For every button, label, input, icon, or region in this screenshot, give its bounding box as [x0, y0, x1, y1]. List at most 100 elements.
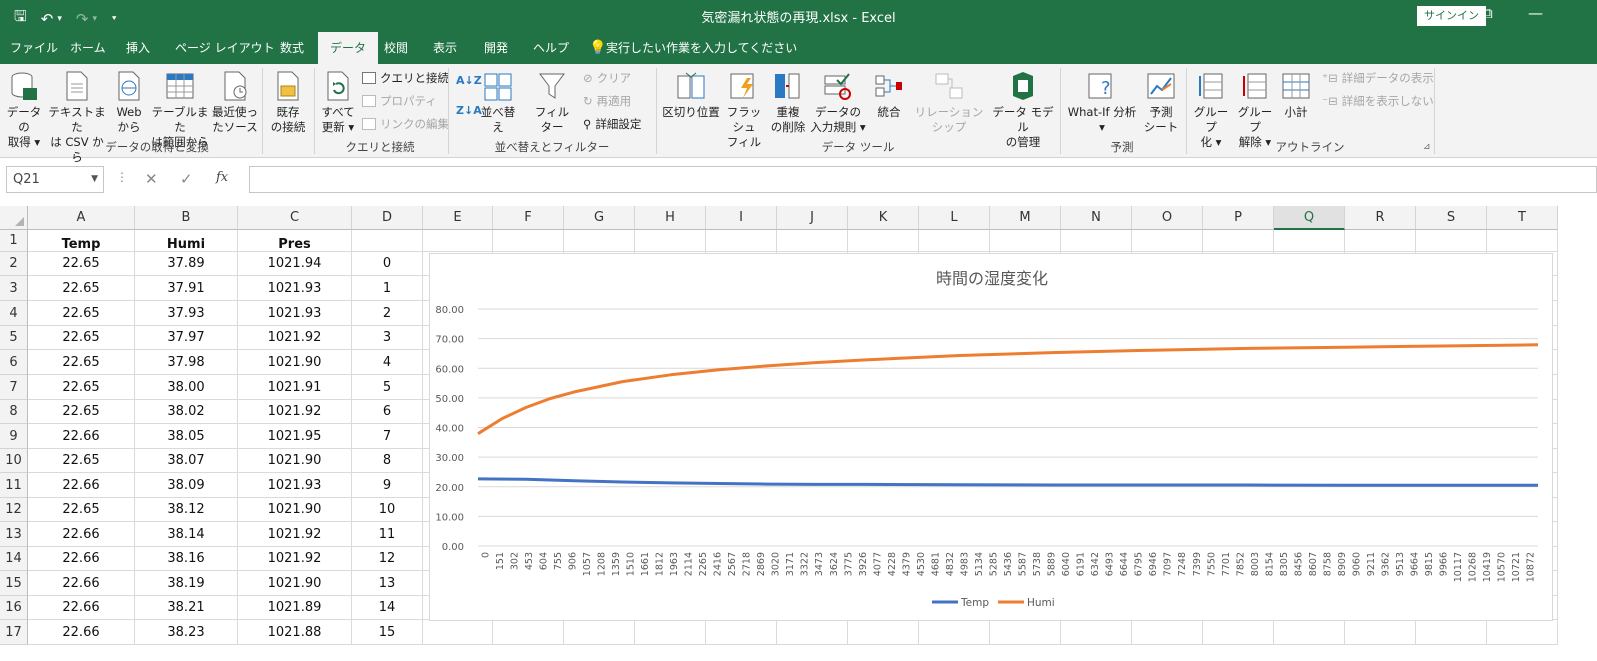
cell-b1[interactable]: Humi [135, 230, 238, 252]
cell-a7[interactable]: 22.65 [28, 375, 135, 400]
cell-l1[interactable] [919, 230, 990, 252]
cell-d12[interactable]: 10 [352, 498, 423, 522]
cell-c13[interactable]: 1021.92 [238, 522, 352, 547]
restore-ribbon-icon[interactable]: ⧉ [1482, 4, 1493, 22]
cell-d1[interactable] [352, 230, 423, 252]
column-header-a[interactable]: A [28, 206, 135, 230]
cell-d9[interactable]: 7 [352, 424, 423, 449]
cell-c8[interactable]: 1021.92 [238, 400, 352, 424]
tab-data[interactable]: データ [318, 32, 379, 64]
cell-l17[interactable] [919, 620, 990, 645]
cell-a15[interactable]: 22.66 [28, 571, 135, 596]
cell-d11[interactable]: 9 [352, 473, 423, 498]
cell-c12[interactable]: 1021.90 [238, 498, 352, 522]
cell-b3[interactable]: 37.91 [135, 276, 238, 301]
data-validation-button[interactable]: データの 入力規則 ▾ [810, 70, 866, 135]
column-header-t[interactable]: T [1487, 206, 1558, 230]
cell-i17[interactable] [706, 620, 777, 645]
cell-b4[interactable]: 37.93 [135, 301, 238, 326]
forecast-sheet-button[interactable]: 予測 シート [1142, 70, 1180, 135]
tab-review[interactable]: 校閲 [384, 32, 408, 64]
cell-f17[interactable] [493, 620, 564, 645]
consolidate-button[interactable]: 統合 [870, 70, 908, 120]
cell-d14[interactable]: 12 [352, 547, 423, 571]
row-header[interactable]: 1 [0, 230, 28, 252]
cell-q1[interactable] [1274, 230, 1345, 252]
column-header-f[interactable]: F [493, 206, 564, 230]
cell-c9[interactable]: 1021.95 [238, 424, 352, 449]
manage-data-model-button[interactable]: データ モデル の管理 [990, 70, 1056, 150]
cell-b6[interactable]: 37.98 [135, 350, 238, 375]
column-header-m[interactable]: M [990, 206, 1061, 230]
queries-connections-button[interactable]: クエリと接続 [362, 70, 449, 86]
cell-a3[interactable]: 22.65 [28, 276, 135, 301]
cell-b8[interactable]: 38.02 [135, 400, 238, 424]
cell-r17[interactable] [1345, 620, 1416, 645]
row-header[interactable]: 8 [0, 400, 28, 424]
what-if-analysis-button[interactable]: ? What-If 分析 ▾ [1064, 70, 1140, 135]
row-header[interactable]: 14 [0, 547, 28, 571]
remove-duplicates-button[interactable]: 重複 の削除 [768, 70, 808, 135]
tab-page-layout[interactable]: ページ レイアウト [175, 32, 275, 64]
advanced-filter-button[interactable]: ⚲ 詳細設定 [583, 116, 641, 132]
cell-a13[interactable]: 22.66 [28, 522, 135, 547]
column-header-s[interactable]: S [1416, 206, 1487, 230]
cell-a10[interactable]: 22.65 [28, 449, 135, 473]
column-header-b[interactable]: B [135, 206, 238, 230]
cell-b12[interactable]: 38.12 [135, 498, 238, 522]
cell-d13[interactable]: 11 [352, 522, 423, 547]
sort-button[interactable]: 並べ替え [476, 70, 520, 135]
cell-a2[interactable]: 22.65 [28, 252, 135, 276]
row-header[interactable]: 17 [0, 620, 28, 645]
cell-c3[interactable]: 1021.93 [238, 276, 352, 301]
select-all-button[interactable] [0, 206, 28, 230]
cell-h1[interactable] [635, 230, 706, 252]
minimize-icon[interactable]: — [1528, 4, 1543, 22]
filter-button[interactable]: フィルター [530, 70, 574, 135]
cell-r1[interactable] [1345, 230, 1416, 252]
row-header[interactable]: 4 [0, 301, 28, 326]
column-header-h[interactable]: H [635, 206, 706, 230]
cell-e17[interactable] [423, 620, 493, 645]
column-header-j[interactable]: J [777, 206, 848, 230]
insert-function-icon[interactable]: fx [216, 170, 228, 185]
humidity-chart[interactable]: 時間の湿度変化 0.00 10.00 20.00 30.00 40.00 50.00 60.0… [429, 253, 1553, 621]
cell-k17[interactable] [848, 620, 919, 645]
column-header-q[interactable]: Q [1274, 206, 1345, 230]
cell-b17[interactable]: 38.23 [135, 620, 238, 645]
cell-d17[interactable]: 15 [352, 620, 423, 645]
row-header[interactable]: 13 [0, 522, 28, 547]
cell-b16[interactable]: 38.21 [135, 596, 238, 620]
tab-home[interactable]: ホーム [70, 32, 106, 64]
cell-a8[interactable]: 22.65 [28, 400, 135, 424]
cell-i1[interactable] [706, 230, 777, 252]
cell-c1[interactable]: Pres [238, 230, 352, 252]
cell-a4[interactable]: 22.65 [28, 301, 135, 326]
cell-s17[interactable] [1416, 620, 1487, 645]
cell-e1[interactable] [423, 230, 493, 252]
name-box-dropdown-icon[interactable]: ▼ [91, 167, 98, 192]
row-header[interactable]: 7 [0, 375, 28, 400]
cell-h17[interactable] [635, 620, 706, 645]
cell-a12[interactable]: 22.65 [28, 498, 135, 522]
cell-c11[interactable]: 1021.93 [238, 473, 352, 498]
dialog-launcher-icon[interactable]: ⊿ [1423, 142, 1431, 152]
text-to-columns-button[interactable]: 区切り位置 [662, 70, 720, 120]
cell-b15[interactable]: 38.19 [135, 571, 238, 596]
tab-view[interactable]: 表示 [433, 32, 457, 64]
cell-f1[interactable] [493, 230, 564, 252]
cell-q17[interactable] [1274, 620, 1345, 645]
cell-c14[interactable]: 1021.92 [238, 547, 352, 571]
cell-n1[interactable] [1061, 230, 1132, 252]
cell-c6[interactable]: 1021.90 [238, 350, 352, 375]
cell-a5[interactable]: 22.65 [28, 326, 135, 350]
column-header-l[interactable]: L [919, 206, 990, 230]
cell-c4[interactable]: 1021.93 [238, 301, 352, 326]
from-table-button[interactable]: テーブルまた は範囲から [150, 70, 210, 150]
column-header-p[interactable]: P [1203, 206, 1274, 230]
cell-c5[interactable]: 1021.92 [238, 326, 352, 350]
row-header[interactable]: 11 [0, 473, 28, 498]
cell-a17[interactable]: 22.66 [28, 620, 135, 645]
cell-d4[interactable]: 2 [352, 301, 423, 326]
subtotal-button[interactable]: 小計 [1280, 70, 1312, 120]
